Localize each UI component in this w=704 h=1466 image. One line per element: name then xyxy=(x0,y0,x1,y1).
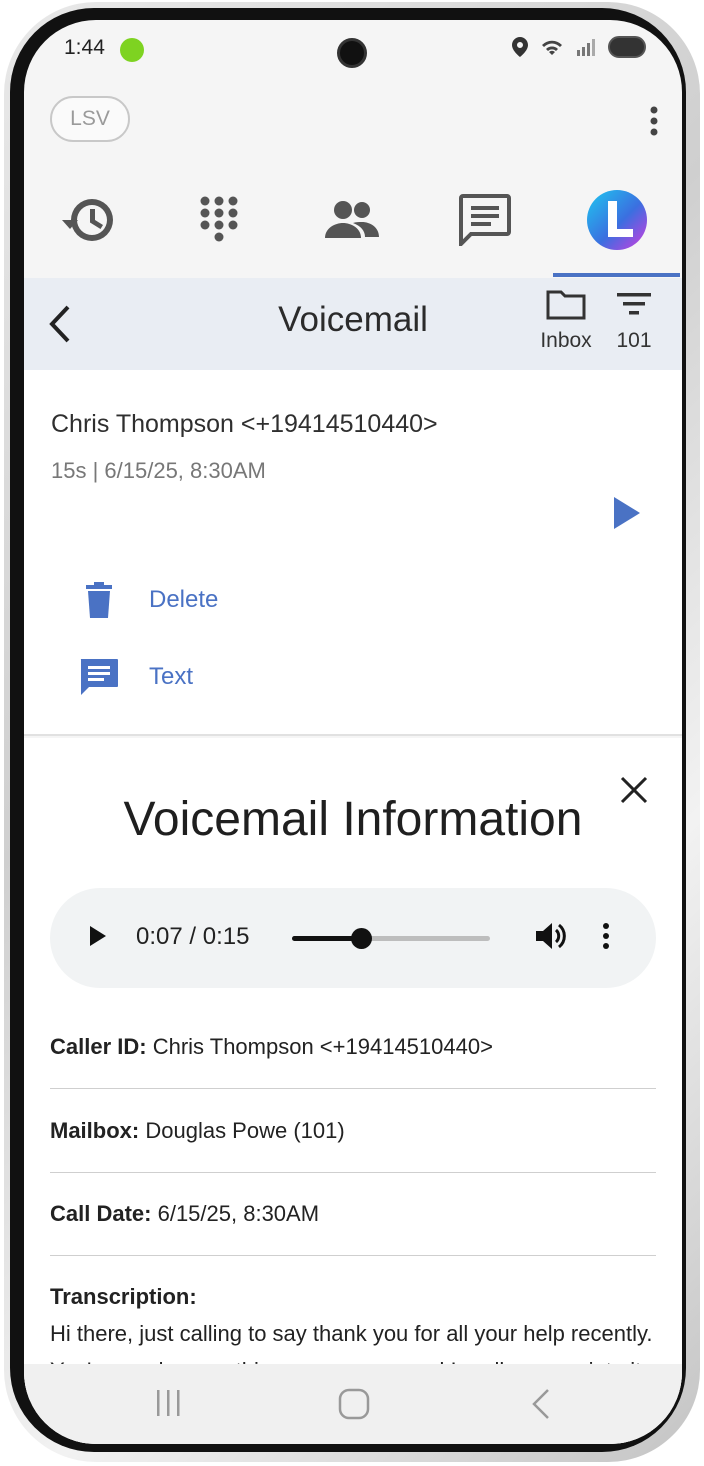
status-time: 1:44 xyxy=(64,36,105,59)
messages-icon xyxy=(459,194,511,246)
system-nav-bar xyxy=(24,1364,682,1444)
location-icon xyxy=(512,37,528,57)
brand-logo xyxy=(587,190,647,250)
voicemail-meta: 15s | 6/15/25, 8:30AM xyxy=(51,458,266,483)
tab-dialpad[interactable] xyxy=(154,170,284,270)
active-tab-indicator xyxy=(553,273,680,277)
volume-icon[interactable] xyxy=(534,921,566,951)
delete-label: Delete xyxy=(149,586,219,613)
delete-button[interactable]: Delete xyxy=(79,582,218,618)
voicemail-header: Voicemail Inbox 101 xyxy=(24,278,682,370)
status-icons xyxy=(512,36,646,58)
audio-progress-track[interactable] xyxy=(292,928,490,949)
tab-messages[interactable] xyxy=(420,170,550,270)
divider xyxy=(50,1255,656,1256)
divider xyxy=(50,1088,656,1089)
dialpad-icon xyxy=(200,196,238,242)
call-date-row: Call Date: 6/15/25, 8:30AM xyxy=(50,1201,656,1227)
call-date-label: Call Date: xyxy=(50,1201,152,1226)
history-icon xyxy=(62,199,113,241)
front-camera xyxy=(337,38,367,68)
system-back-icon[interactable] xyxy=(530,1388,552,1420)
folder-label: Inbox xyxy=(540,329,592,352)
home-icon[interactable] xyxy=(338,1388,370,1420)
folder-button[interactable]: Inbox xyxy=(534,288,598,353)
audio-time: 0:07 / 0:15 xyxy=(136,923,250,950)
signal-icon xyxy=(577,39,595,56)
voicemail-info-panel: Voicemail Information 0:07 / 0:15 Caller… xyxy=(24,738,682,1444)
transcription-label: Transcription: xyxy=(50,1284,197,1309)
status-bar: 1:44 xyxy=(24,20,682,80)
text-button[interactable]: Text xyxy=(79,658,193,696)
top-row: LSV xyxy=(24,80,682,160)
battery-icon xyxy=(608,36,646,58)
call-date-value: 6/15/25, 8:30AM xyxy=(151,1201,320,1226)
tab-brand[interactable] xyxy=(552,170,682,270)
mailbox-filter-label: 101 xyxy=(616,329,652,352)
filter-icon xyxy=(617,293,651,315)
mailbox-row: Mailbox: Douglas Powe (101) xyxy=(50,1118,656,1144)
close-icon[interactable] xyxy=(620,776,648,804)
audio-play-icon[interactable] xyxy=(88,924,108,948)
filter-button[interactable]: 101 xyxy=(604,288,664,353)
caller-name: Chris Thompson <+19414510440> xyxy=(51,410,438,438)
wifi-icon xyxy=(542,40,562,55)
recording-indicator-icon xyxy=(120,38,144,62)
trash-icon xyxy=(86,582,112,618)
divider xyxy=(50,1172,656,1173)
audio-more-icon[interactable] xyxy=(602,922,610,950)
caller-id-value: Chris Thompson <+19414510440> xyxy=(146,1034,493,1059)
tab-history[interactable] xyxy=(24,170,154,270)
mailbox-value: Douglas Powe (101) xyxy=(139,1118,345,1143)
recent-apps-icon[interactable] xyxy=(154,1388,184,1418)
voicemail-item: Chris Thompson <+19414510440> 15s | 6/15… xyxy=(24,370,682,736)
audio-player: 0:07 / 0:15 xyxy=(50,888,656,988)
text-label: Text xyxy=(149,663,194,690)
info-title: Voicemail Information xyxy=(123,793,583,846)
message-icon xyxy=(80,659,118,695)
caller-id-label: Caller ID: xyxy=(50,1034,147,1059)
mailbox-label: Mailbox: xyxy=(50,1118,140,1143)
tab-contacts[interactable] xyxy=(287,170,417,270)
contacts-icon xyxy=(325,201,379,238)
nav-tabs xyxy=(24,170,682,278)
more-options-icon[interactable] xyxy=(650,106,658,136)
audio-progress-thumb[interactable] xyxy=(351,928,373,949)
screen: 1:44 LSV Voicemail Inbox 101 Chris Thomp… xyxy=(24,20,682,1444)
caller-id-row: Caller ID: Chris Thompson <+19414510440> xyxy=(50,1034,656,1060)
folder-icon xyxy=(546,290,586,320)
play-icon[interactable] xyxy=(612,496,642,530)
account-badge[interactable]: LSV xyxy=(50,96,130,142)
